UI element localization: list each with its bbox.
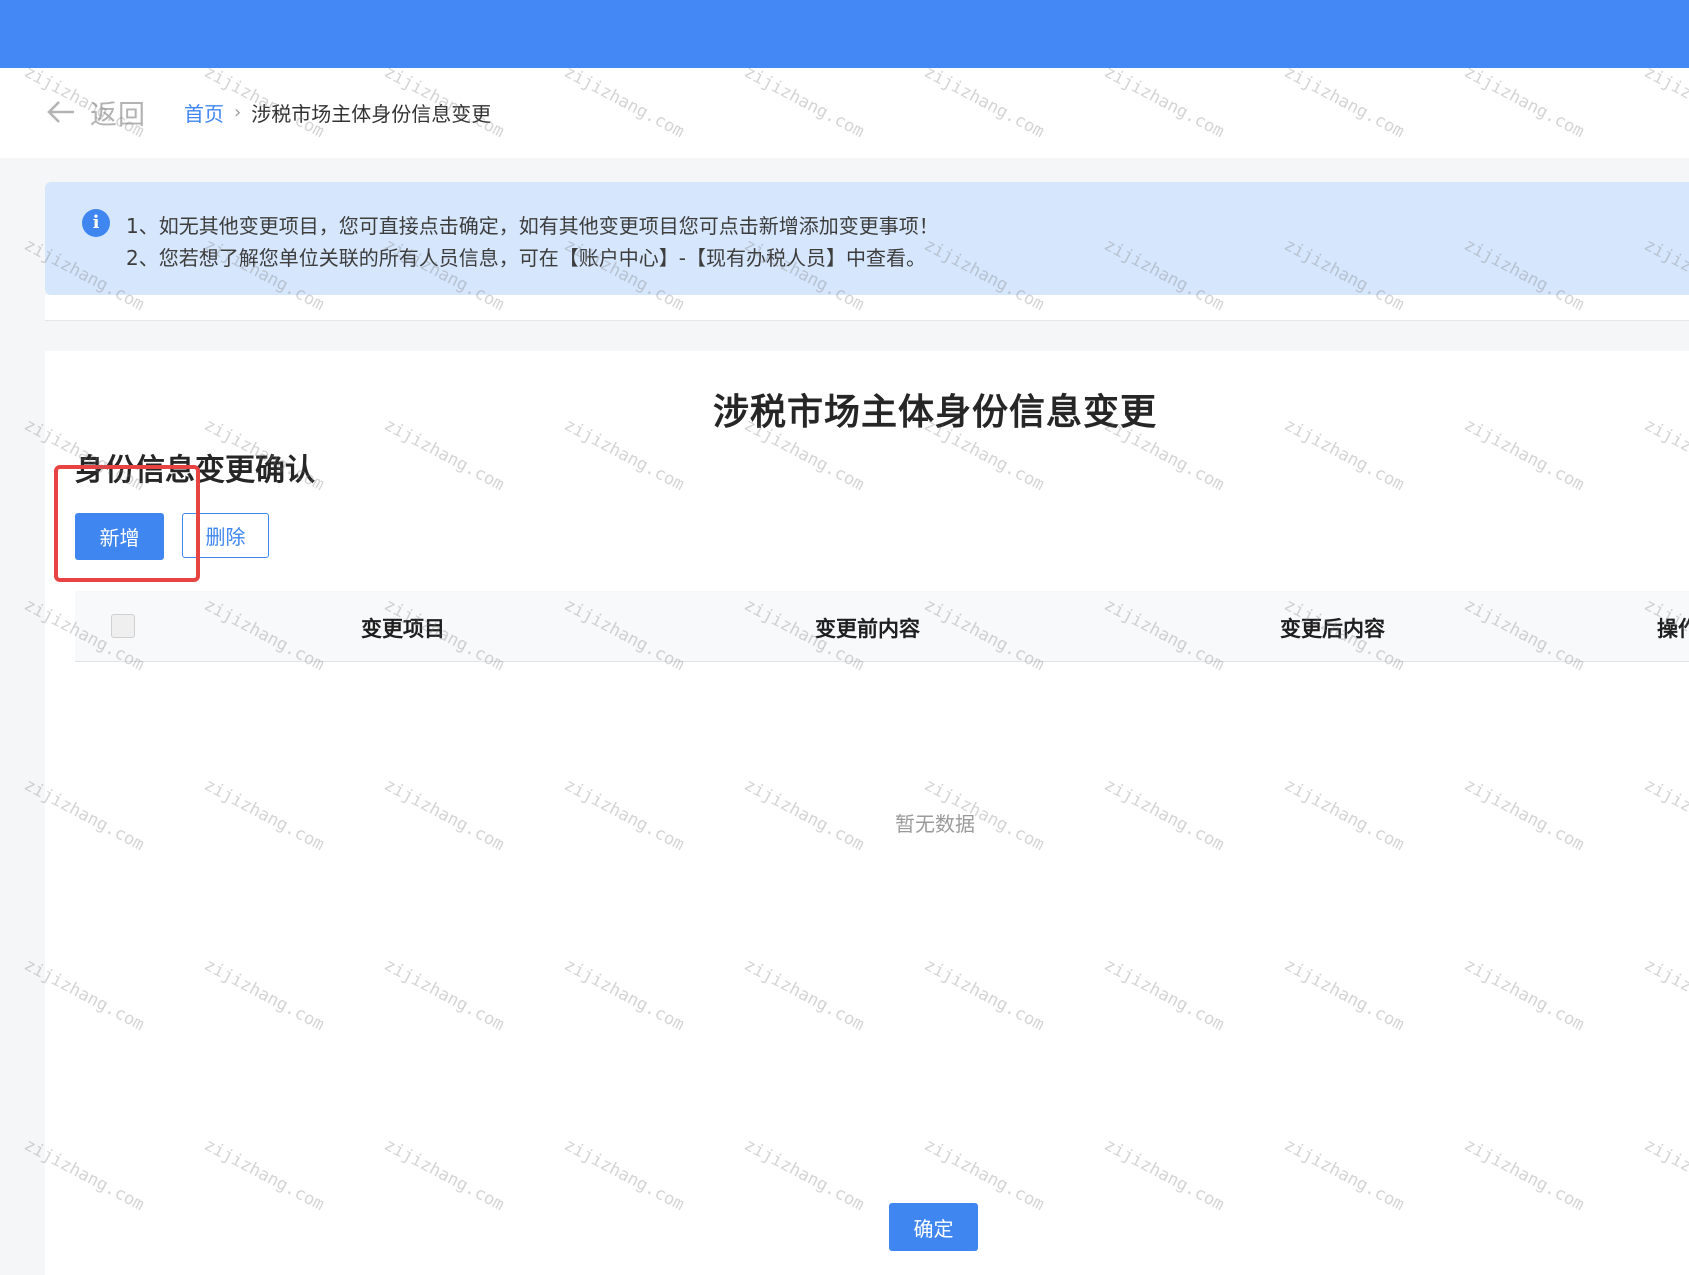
breadcrumb-home-link[interactable]: 首页 [184,98,224,127]
column-header-before-content: 变更前内容 [815,617,920,641]
notice-banner: i 1、如无其他变更项目，您可直接点击确定，如有其他变更项目您可点击新增添加变更… [45,182,1689,295]
add-button[interactable]: 新增 [75,513,164,560]
navigation-bar: 返回 首页 › 涉税市场主体身份信息变更 [0,68,1689,158]
back-button[interactable]: 返回 [46,94,146,131]
table-empty-text: 暂无数据 [895,812,975,836]
chevron-right-icon: › [234,102,242,123]
breadcrumb-current: 涉税市场主体身份信息变更 [251,102,492,126]
delete-button[interactable]: 删除 [182,513,269,558]
notice-line-1: 1、如无其他变更项目，您可直接点击确定，如有其他变更项目您可点击新增添加变更事项… [126,214,939,238]
back-label: 返回 [90,99,146,131]
column-header-actions: 操作 [1657,617,1689,641]
section-divider [45,295,1689,321]
info-icon: i [82,209,110,237]
breadcrumb: 首页 › 涉税市场主体身份信息变更 [184,98,491,127]
table-header: 变更项目 变更前内容 变更后内容 操作 [75,591,1689,662]
notice-line-2: 2、您若想了解您单位关联的所有人员信息，可在【账户中心】-【现有办税人员】中查看… [126,246,926,270]
main-content-card: 涉税市场主体身份信息变更 身份信息变更确认 新增 删除 变更项目 变更前内容 变… [45,351,1689,1275]
top-header-bar [0,0,1689,68]
section-title: 身份信息变更确认 [75,453,315,488]
column-header-change-item: 变更项目 [361,617,445,641]
column-header-after-content: 变更后内容 [1280,617,1385,641]
arrow-left-icon [47,101,74,123]
select-all-checkbox[interactable] [111,614,135,638]
confirm-button[interactable]: 确定 [889,1203,978,1251]
page-title: 涉税市场主体身份信息变更 [712,392,1157,433]
